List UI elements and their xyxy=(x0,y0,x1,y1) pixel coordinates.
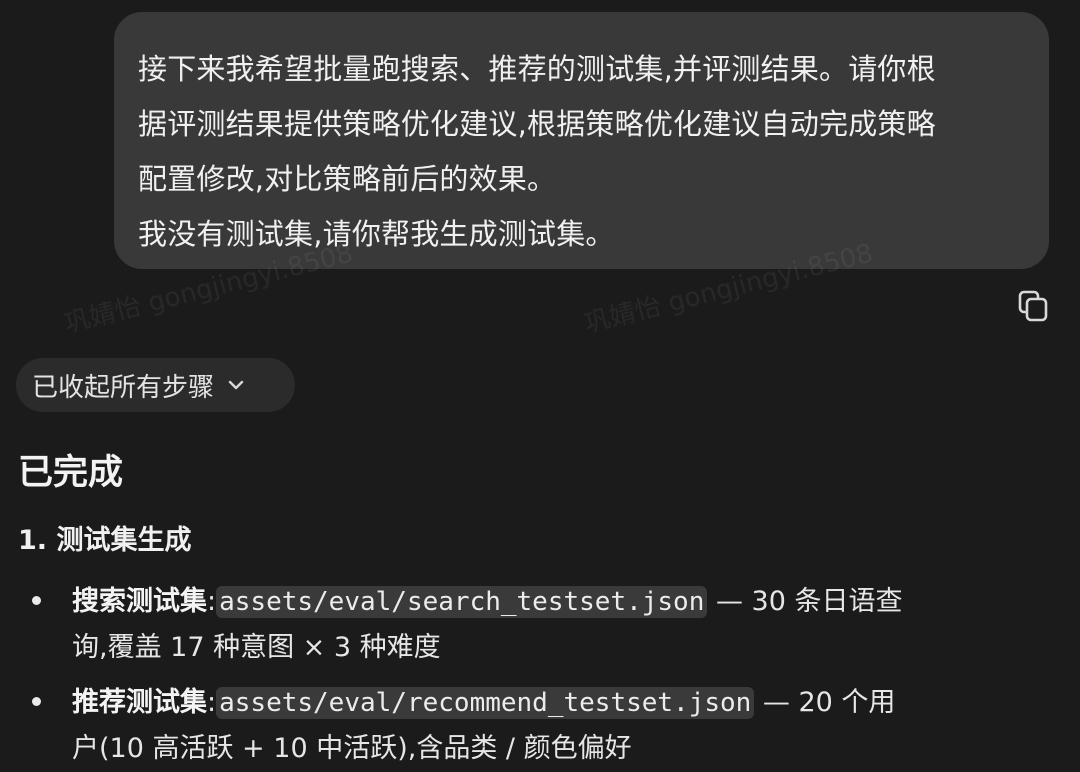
user-message-line: 据评测结果提供策略优化建议,根据策略优化建议自动完成策略 xyxy=(138,107,936,141)
item-description: — 30 条日语查 xyxy=(707,586,903,617)
item-separator: : xyxy=(207,586,217,617)
user-message-line: 配置修改,对比策略前后的效果。 xyxy=(138,162,557,196)
copy-button[interactable] xyxy=(1016,289,1050,323)
list-item: 搜索测试集: assets/eval/search_testset.json — … xyxy=(32,579,1062,671)
user-message-line: 接下来我希望批量跑搜索、推荐的测试集,并评测结果。请你根 xyxy=(138,52,936,86)
item-description: — 20 个用 xyxy=(754,687,896,718)
user-message-bubble: 接下来我希望批量跑搜索、推荐的测试集,并评测结果。请你根 据评测结果提供策略优化… xyxy=(114,12,1049,269)
user-message-line: 我没有测试集,请你帮我生成测试集。 xyxy=(138,217,615,251)
item-description-continued: 户(10 高活跃 + 10 中活跃),含品类 / 颜色偏好 xyxy=(72,733,632,764)
item-separator: : xyxy=(207,687,217,718)
item-label: 推荐测试集 xyxy=(72,687,207,718)
item-description-continued: 询,覆盖 17 种意图 × 3 种难度 xyxy=(72,632,441,663)
section-title: 1. 测试集生成 xyxy=(18,525,192,556)
list-item: 推荐测试集: assets/eval/recommend_testset.json… xyxy=(32,680,1062,772)
file-path-code[interactable]: assets/eval/search_testset.json xyxy=(216,586,708,618)
collapse-steps-label: 已收起所有步骤 xyxy=(32,372,215,403)
bullet-dot xyxy=(32,596,41,605)
chevron-down-icon xyxy=(228,380,244,390)
response-heading: 已完成 xyxy=(18,453,124,493)
copy-icon xyxy=(1018,290,1048,322)
item-label: 搜索测试集 xyxy=(72,586,207,617)
list-item-line: 推荐测试集: assets/eval/recommend_testset.json… xyxy=(72,680,1062,726)
list-item-line: 搜索测试集: assets/eval/search_testset.json — … xyxy=(72,579,1062,625)
bullet-dot xyxy=(32,697,41,706)
collapse-steps-toggle[interactable]: 已收起所有步骤 xyxy=(16,358,295,412)
file-path-code[interactable]: assets/eval/recommend_testset.json xyxy=(216,687,755,719)
